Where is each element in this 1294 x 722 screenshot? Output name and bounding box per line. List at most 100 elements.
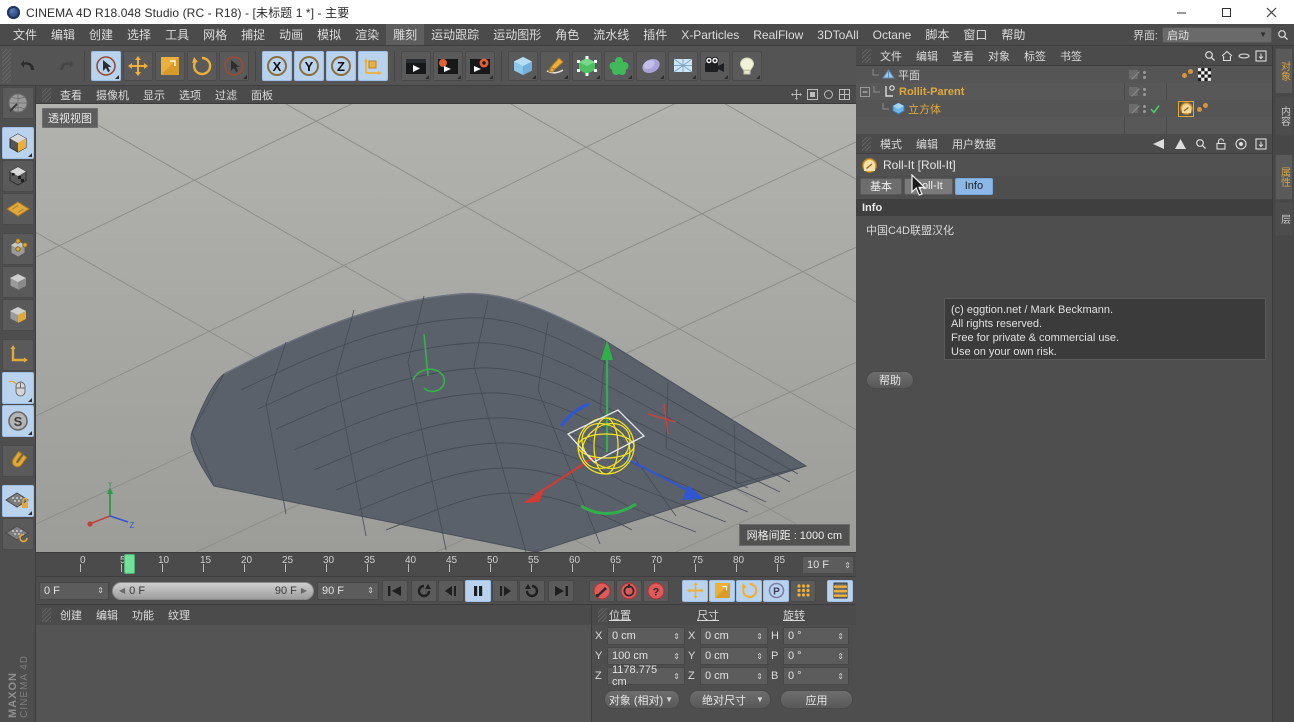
attr-menu-mode[interactable]: 模式 xyxy=(873,135,909,153)
vtab-objects[interactable]: 对象 xyxy=(1275,48,1293,94)
axis-z-button[interactable]: Z xyxy=(326,51,356,81)
menu-sculpt[interactable]: 雕刻 xyxy=(386,24,424,45)
attr-menu-userdata[interactable]: 用户数据 xyxy=(945,135,1003,153)
polygons-mode-icon[interactable] xyxy=(2,266,34,298)
expander-collapse-icon[interactable] xyxy=(860,87,870,97)
material-menu-create[interactable]: 创建 xyxy=(53,606,89,624)
stepper-icon[interactable]: ⇕ xyxy=(97,586,104,595)
next-key-button[interactable] xyxy=(519,580,545,602)
objman-menu-edit[interactable]: 编辑 xyxy=(909,47,945,65)
maximize-panel-icon[interactable] xyxy=(1255,138,1267,150)
environment-button[interactable] xyxy=(668,51,698,81)
menu-render[interactable]: 渲染 xyxy=(348,24,386,45)
move-tool-button[interactable] xyxy=(123,51,153,81)
viewport-3d[interactable]: 透视视图 网格间距 : 1000 cm Y Z xyxy=(36,104,856,552)
objman-menu-object[interactable]: 对象 xyxy=(981,47,1017,65)
play-pause-button[interactable] xyxy=(465,580,491,602)
timeline-ruler-panel[interactable]: 0 5 10 15 20 25 30 35 40 45 50 55 60 65 … xyxy=(36,552,856,576)
workplane-lock-icon[interactable] xyxy=(2,485,34,517)
coord-mode-size-dropdown[interactable]: 绝对尺寸 ▼ xyxy=(689,690,771,709)
next-frame-button[interactable] xyxy=(492,580,518,602)
attr-menu-edit[interactable]: 编辑 xyxy=(909,135,945,153)
menu-snap[interactable]: 捕捉 xyxy=(234,24,272,45)
texture-mode-icon[interactable] xyxy=(2,160,34,192)
stepper-icon[interactable]: ⇕ xyxy=(844,561,853,570)
coordinates-grip[interactable] xyxy=(598,608,607,622)
search-icon[interactable] xyxy=(1276,28,1290,42)
previous-frame-button[interactable] xyxy=(438,580,464,602)
current-frame-field[interactable]: 0 F ⇕ xyxy=(39,582,109,600)
keyframe-selection-button[interactable]: ? xyxy=(643,580,669,602)
axis-y-button[interactable]: Y xyxy=(294,51,324,81)
minimize-button[interactable] xyxy=(1159,0,1204,24)
viewport-menu-panel[interactable]: 面板 xyxy=(244,86,280,104)
render-region-button[interactable] xyxy=(433,51,463,81)
menu-animate[interactable]: 动画 xyxy=(272,24,310,45)
menu-xparticles[interactable]: X-Particles xyxy=(674,26,746,44)
snap-toggle-icon[interactable]: S xyxy=(2,405,34,437)
preview-end-field[interactable]: 10 F ⇕ xyxy=(802,556,854,574)
viewport-menu-options[interactable]: 选项 xyxy=(172,86,208,104)
redo-button[interactable] xyxy=(48,51,78,81)
viewport-menu-view[interactable]: 查看 xyxy=(53,86,89,104)
model-mode-icon[interactable] xyxy=(2,127,34,159)
vtab-layers[interactable]: 层 xyxy=(1275,202,1293,236)
tab-info[interactable]: Info xyxy=(955,178,993,195)
back-arrow-icon[interactable] xyxy=(1150,138,1166,150)
menu-pipeline[interactable]: 流水线 xyxy=(586,24,636,45)
viewport-grip[interactable] xyxy=(42,88,51,102)
timeline-view-button[interactable] xyxy=(827,580,853,602)
frame-range-slider[interactable]: ◀ 0 F 90 F ▶ xyxy=(112,582,314,600)
workplane-rotate-icon[interactable] xyxy=(2,518,34,550)
search-icon[interactable] xyxy=(1204,50,1216,62)
maximize-panel-icon[interactable] xyxy=(1255,50,1267,62)
coord-mode-object-dropdown[interactable]: 对象 (相对) ▼ xyxy=(604,690,680,709)
timeline-ruler[interactable]: 0 5 10 15 20 25 30 35 40 45 50 55 60 65 … xyxy=(36,553,856,577)
menu-edit[interactable]: 编辑 xyxy=(44,24,82,45)
rollit-tag-icon[interactable] xyxy=(1178,101,1194,117)
viewport-maximize-icon[interactable] xyxy=(839,89,850,100)
previous-key-button[interactable] xyxy=(411,580,437,602)
rotation-p-input[interactable]: 0 °⇕ xyxy=(783,647,849,665)
viewport-menu-cameras[interactable]: 摄像机 xyxy=(89,86,136,104)
timeline-playhead[interactable] xyxy=(124,554,135,574)
rotate-tool-button[interactable] xyxy=(187,51,217,81)
help-button[interactable]: 帮助 xyxy=(866,371,914,389)
menu-help[interactable]: 帮助 xyxy=(994,24,1032,45)
visibility-dots-icon[interactable] xyxy=(1143,71,1146,79)
visibility-toggle-icon[interactable] xyxy=(1128,69,1139,80)
menu-select[interactable]: 选择 xyxy=(120,24,158,45)
menu-window[interactable]: 窗口 xyxy=(956,24,994,45)
menu-mesh[interactable]: 网格 xyxy=(196,24,234,45)
object-row-cube[interactable]: 立方体 xyxy=(856,100,1272,117)
record-active-objects-button[interactable] xyxy=(589,580,615,602)
document-end-field[interactable]: 90 F ⇕ xyxy=(317,582,379,600)
coord-apply-button[interactable]: 应用 xyxy=(780,690,853,709)
menu-file[interactable]: 文件 xyxy=(6,24,44,45)
rotation-h-input[interactable]: 0 °⇕ xyxy=(783,627,849,645)
world-coordinate-button[interactable] xyxy=(358,51,388,81)
objman-menu-tag[interactable]: 标签 xyxy=(1017,47,1053,65)
menu-character[interactable]: 角色 xyxy=(548,24,586,45)
object-axis-icon[interactable] xyxy=(2,299,34,331)
position-y-input[interactable]: 100 cm⇕ xyxy=(607,647,685,665)
visibility-toggle-icon[interactable] xyxy=(1128,103,1139,114)
scale-tool-button[interactable] xyxy=(155,51,185,81)
objman-grip[interactable] xyxy=(862,49,871,63)
viewport-menu-display[interactable]: 显示 xyxy=(136,86,172,104)
spline-pen-button[interactable] xyxy=(540,51,570,81)
position-key-button[interactable] xyxy=(682,580,708,602)
edges-mode-icon[interactable] xyxy=(2,233,34,265)
select-arrow-button[interactable] xyxy=(219,51,249,81)
menu-octane[interactable]: Octane xyxy=(866,26,919,44)
search-icon[interactable] xyxy=(1195,138,1207,150)
material-menu-texture[interactable]: 纹理 xyxy=(161,606,197,624)
dot-pair-icon[interactable] xyxy=(1182,69,1195,80)
menu-realflow[interactable]: RealFlow xyxy=(746,26,810,44)
parameter-key-button[interactable]: P xyxy=(763,580,789,602)
menu-3dtoall[interactable]: 3DToAll xyxy=(810,26,865,44)
generator-nurbs-button[interactable] xyxy=(572,51,602,81)
object-row-rollit-parent[interactable]: Rollit-Parent xyxy=(856,83,1272,100)
tab-basic[interactable]: 基本 xyxy=(860,178,902,195)
object-manager-tree[interactable]: 平面 Rollit-Parent xyxy=(856,66,1272,134)
